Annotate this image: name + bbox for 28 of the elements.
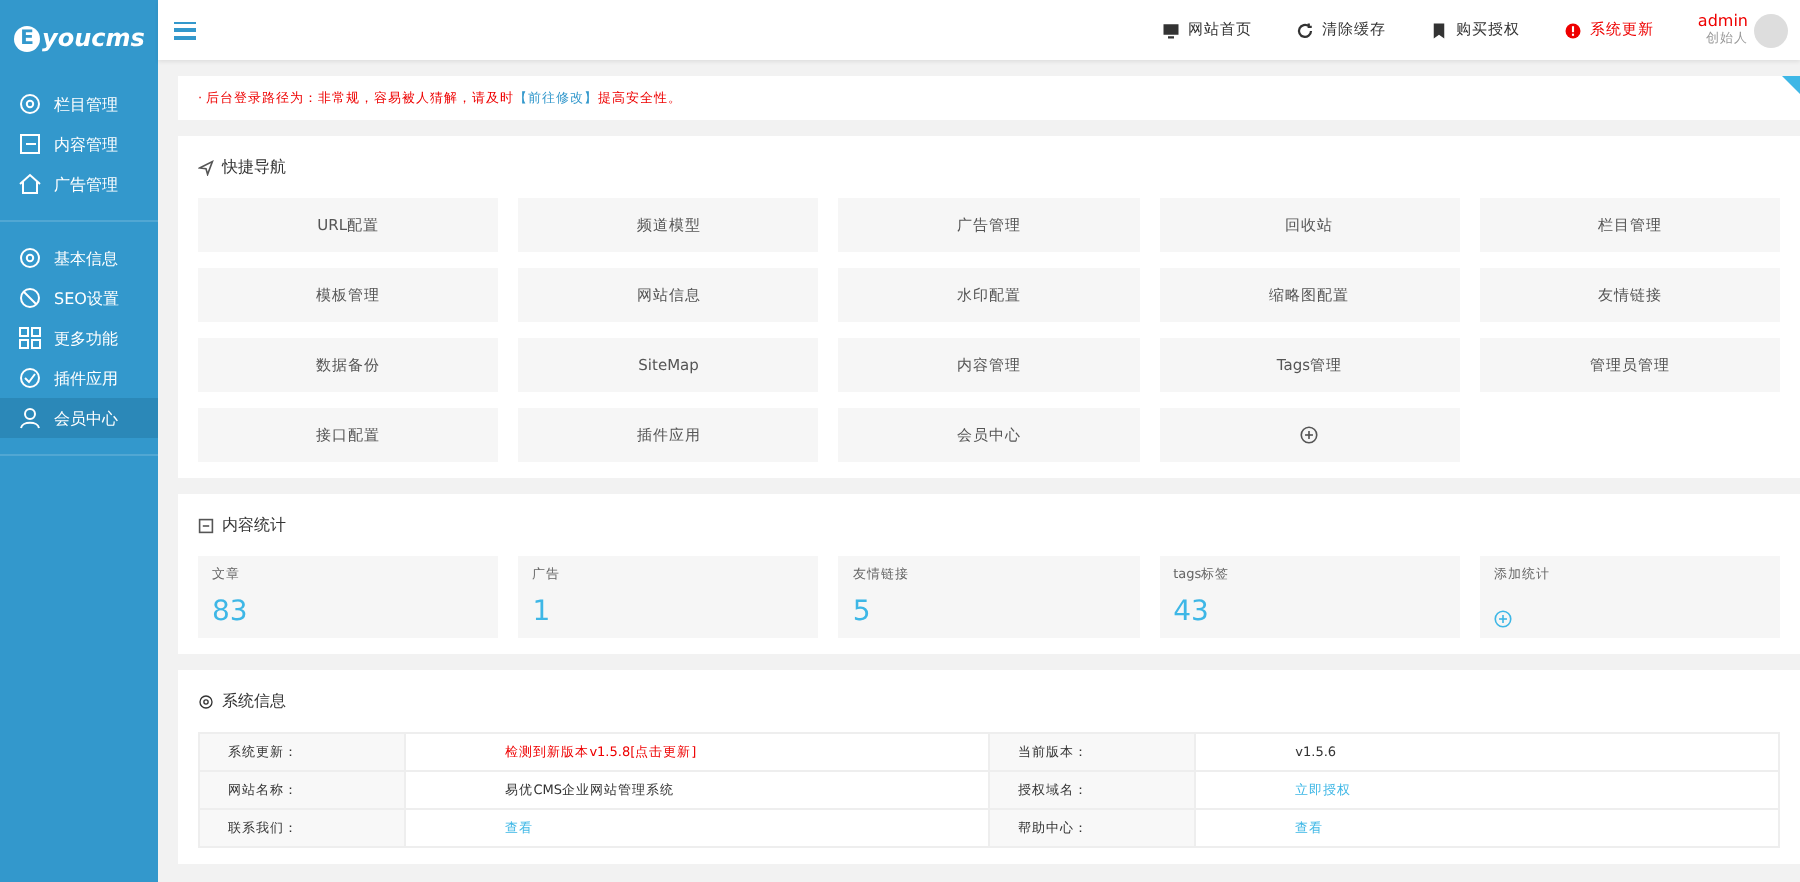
add-shortcut-tile[interactable] — [1159, 408, 1460, 462]
menu-icon[interactable] — [174, 21, 196, 39]
bookmark-icon — [1429, 21, 1448, 39]
stat-value: 5 — [852, 596, 871, 628]
panel-title: 系统信息 — [222, 690, 286, 712]
gear-icon — [18, 246, 42, 270]
user-icon — [18, 406, 42, 430]
avatar[interactable] — [1754, 13, 1788, 47]
stat-value: 83 — [212, 596, 248, 628]
send-icon — [198, 159, 214, 175]
corner-mark — [1782, 76, 1800, 94]
add-icon — [1300, 426, 1319, 444]
stat-value: 43 — [1173, 596, 1209, 628]
user-name[interactable]: admin — [1697, 12, 1748, 30]
monitor-icon — [1161, 21, 1180, 39]
panel-title: 内容统计 — [222, 514, 286, 536]
sidebar-item[interactable]: 会员中心 — [0, 398, 158, 438]
add-icon[interactable] — [1493, 610, 1512, 628]
stat-value: 1 — [532, 596, 551, 628]
gear-icon — [198, 693, 214, 709]
home-icon — [18, 172, 42, 196]
refresh-icon — [1295, 21, 1314, 39]
grid-icon — [18, 326, 42, 350]
alert-icon — [1563, 21, 1582, 39]
gear-icon — [18, 92, 42, 116]
check-icon — [18, 366, 42, 390]
logo: E youcms — [0, 0, 158, 68]
panel-title: 快捷导航 — [222, 156, 286, 178]
